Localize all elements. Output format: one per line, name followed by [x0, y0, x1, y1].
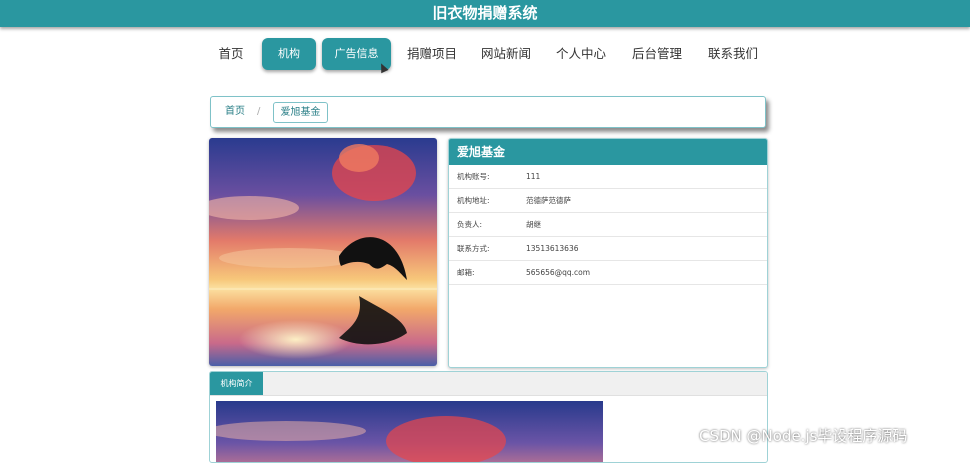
- info-label: 机构账号:: [457, 172, 490, 181]
- breadcrumb-current: 爱旭基金: [273, 102, 328, 123]
- organization-info-panel: 爱旭基金 机构账号: 111 机构地址: 范德萨范德萨 负责人: 胡继 联系方式…: [448, 138, 768, 368]
- info-label: 邮箱:: [457, 268, 475, 277]
- organization-intro-section: 机构简介: [209, 371, 768, 463]
- info-row-address: 机构地址: 范德萨范德萨: [449, 189, 767, 213]
- watermark: CSDN @Node.js毕设程序源码: [699, 427, 908, 445]
- info-value: 111: [526, 172, 541, 181]
- nav-item-personal-center[interactable]: 个人中心: [551, 38, 611, 70]
- info-row-account: 机构账号: 111: [449, 165, 767, 189]
- info-row-manager: 负责人: 胡继: [449, 213, 767, 237]
- intro-tab-bar: 机构简介: [210, 372, 767, 396]
- tab-organization-intro[interactable]: 机构简介: [210, 372, 263, 395]
- breadcrumb: 首页 / 爱旭基金: [210, 96, 766, 128]
- nav-item-contact[interactable]: 联系我们: [703, 38, 763, 70]
- nav-item-organization[interactable]: 机构: [262, 38, 316, 70]
- info-value: 胡继: [526, 220, 541, 229]
- organization-image: [209, 138, 437, 366]
- info-value: 565656@qq.com: [526, 268, 591, 277]
- nav-item-donation-projects[interactable]: 捐赠项目: [402, 38, 462, 70]
- info-label: 负责人:: [457, 220, 483, 229]
- site-title: 旧衣物捐赠系统: [432, 4, 538, 22]
- info-row-email: 邮箱: 565656@qq.com: [449, 261, 767, 285]
- organization-name: 爱旭基金: [449, 139, 767, 165]
- top-header-bar: 旧衣物捐赠系统: [0, 0, 970, 27]
- breadcrumb-home-link[interactable]: 首页: [225, 97, 245, 127]
- sunset-image-icon: [216, 401, 603, 462]
- intro-image: [216, 401, 603, 462]
- info-label: 联系方式:: [457, 244, 490, 253]
- nav-item-site-news[interactable]: 网站新闻: [476, 38, 536, 70]
- dolphin-sunset-image-icon: [209, 138, 437, 366]
- info-label: 机构地址:: [457, 196, 490, 205]
- info-row-contact: 联系方式: 13513613636: [449, 237, 767, 261]
- main-nav: 首页 机构 广告信息 捐赠项目 网站新闻 个人中心 后台管理 联系我们: [0, 38, 970, 72]
- nav-item-home[interactable]: 首页: [210, 38, 252, 70]
- breadcrumb-separator: /: [257, 106, 261, 117]
- info-value: 范德萨范德萨: [526, 196, 571, 205]
- nav-item-admin[interactable]: 后台管理: [627, 38, 687, 70]
- info-value: 13513613636: [526, 244, 579, 253]
